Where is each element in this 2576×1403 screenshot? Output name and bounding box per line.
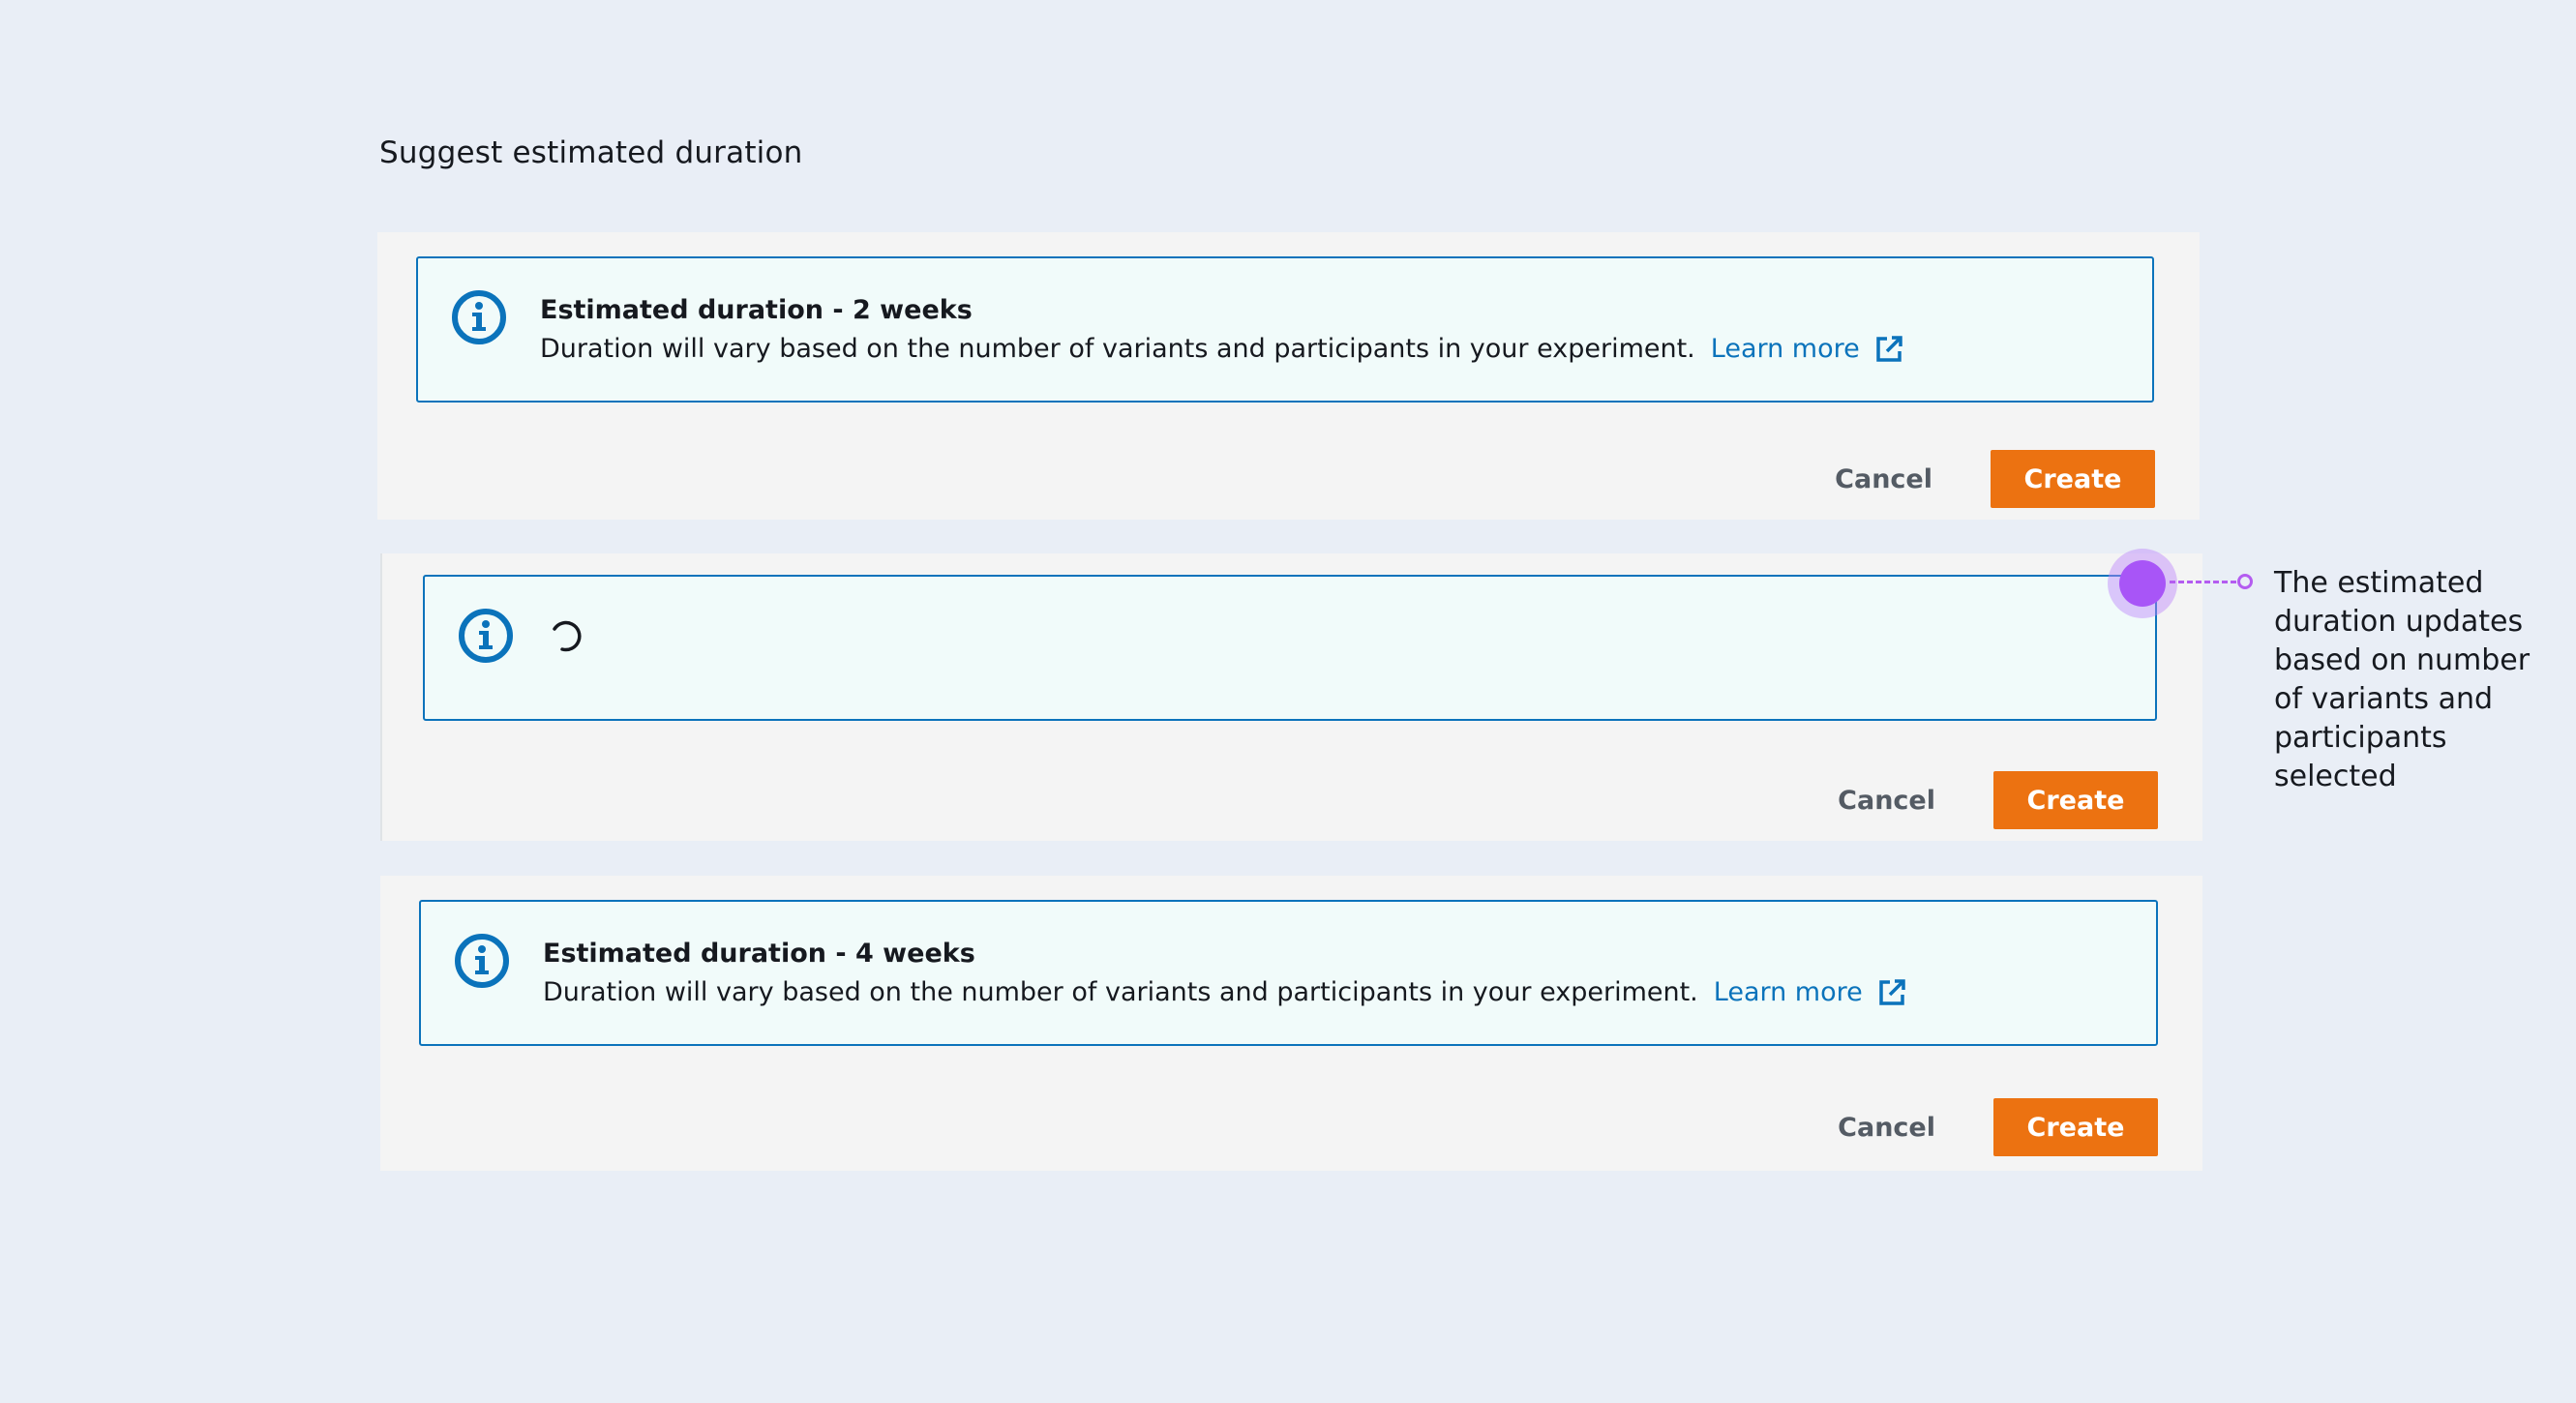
cancel-button[interactable]: Cancel <box>1806 450 1962 508</box>
learn-more-link[interactable]: Learn more <box>1714 973 1907 1012</box>
duration-card-4-weeks: Estimated duration - 4 weeks Duration wi… <box>380 876 2202 1171</box>
alert-description: Duration will vary based on the number o… <box>543 973 1907 1012</box>
alert-content: Estimated duration - 2 weeks Duration wi… <box>540 291 1904 369</box>
alert-description-text: Duration will vary based on the number o… <box>543 977 1698 1007</box>
annotation-connector <box>2170 581 2245 583</box>
page-title: Suggest estimated duration <box>379 135 803 170</box>
alert-description: Duration will vary based on the number o… <box>540 330 1904 369</box>
create-button[interactable]: Create <box>1993 1098 2158 1156</box>
duration-card-loading: Cancel Create <box>380 553 2202 841</box>
spinner-icon <box>553 620 582 652</box>
learn-more-label: Learn more <box>1710 334 1860 364</box>
alert-content: Estimated duration - 4 weeks Duration wi… <box>543 935 1907 1012</box>
info-alert: Estimated duration - 4 weeks Duration wi… <box>419 900 2158 1046</box>
card-actions: Cancel Create <box>1806 450 2155 508</box>
cancel-button[interactable]: Cancel <box>1809 771 1964 829</box>
learn-more-label: Learn more <box>1713 977 1863 1007</box>
info-icon <box>452 290 506 344</box>
annotation-text: The estimated duration updates based on … <box>2274 566 2531 793</box>
info-icon <box>459 609 513 663</box>
alert-description-text: Duration will vary based on the number o… <box>540 334 1695 364</box>
card-actions: Cancel Create <box>1809 1098 2158 1156</box>
info-alert <box>423 575 2157 721</box>
alert-title: Estimated duration - 2 weeks <box>540 295 973 325</box>
alert-title: Estimated duration - 4 weeks <box>543 939 975 969</box>
learn-more-link[interactable]: Learn more <box>1711 330 1904 369</box>
duration-card-2-weeks: Estimated duration - 2 weeks Duration wi… <box>377 232 2200 520</box>
external-link-icon <box>1876 336 1902 362</box>
external-link-icon <box>1879 979 1905 1005</box>
create-button[interactable]: Create <box>1991 450 2155 508</box>
info-alert: Estimated duration - 2 weeks Duration wi… <box>416 256 2154 403</box>
annotation-connector-end <box>2237 574 2253 589</box>
annotation-marker <box>2119 560 2166 607</box>
card-actions: Cancel Create <box>1809 771 2158 829</box>
info-icon <box>455 934 509 988</box>
page: Suggest estimated duration Estimated dur… <box>0 0 2576 1403</box>
cancel-button[interactable]: Cancel <box>1809 1098 1964 1156</box>
create-button[interactable]: Create <box>1993 771 2158 829</box>
